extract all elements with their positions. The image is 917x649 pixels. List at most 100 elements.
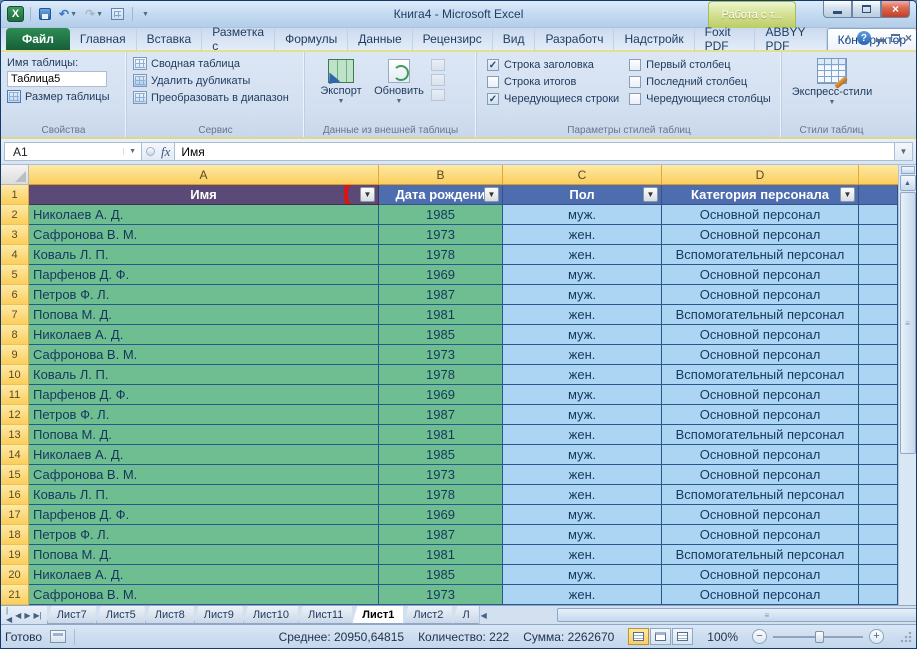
cell-birth-year[interactable]: 1969 — [379, 505, 503, 525]
row-header[interactable]: 20 — [1, 565, 29, 585]
row-header[interactable]: 2 — [1, 205, 29, 225]
sheet-tab[interactable]: Лист1 — [352, 606, 403, 624]
cell-category[interactable]: Вспомогательный персонал — [662, 305, 859, 325]
excel-logo-icon[interactable]: X — [7, 6, 24, 22]
filter-button[interactable]: ▼ — [643, 187, 658, 202]
cell-name[interactable]: Попова М. Д. — [29, 425, 379, 445]
cell-birth-year[interactable]: 1978 — [379, 485, 503, 505]
cell-name[interactable]: Николаев А. Д. — [29, 445, 379, 465]
column-header-a[interactable]: A — [29, 165, 379, 185]
row-header[interactable]: 9 — [1, 345, 29, 365]
cell-name[interactable]: Коваль Л. П. — [29, 485, 379, 505]
tool-button[interactable]: Удалить дубликаты — [131, 72, 300, 89]
zoom-level[interactable]: 100% — [707, 630, 738, 644]
next-sheet-icon[interactable]: ▶ — [24, 611, 30, 620]
cell-gender[interactable]: жен. — [503, 465, 662, 485]
contextual-tab-group-label[interactable]: Работа с т... — [708, 1, 796, 28]
cell-birth-year[interactable]: 1973 — [379, 225, 503, 245]
close-button[interactable]: × — [881, 1, 910, 18]
cell-empty[interactable] — [859, 425, 898, 445]
row-header[interactable]: 12 — [1, 405, 29, 425]
cell-birth-year[interactable]: 1973 — [379, 465, 503, 485]
filter-button[interactable]: ▼ — [840, 187, 855, 202]
cell-birth-year[interactable]: 1978 — [379, 365, 503, 385]
cell-empty[interactable] — [859, 445, 898, 465]
formula-input[interactable]: Имя — [175, 142, 895, 161]
cell-category[interactable]: Основной персонал — [662, 285, 859, 305]
ribbon-tab[interactable]: Рецензирс — [413, 28, 493, 50]
split-handle[interactable] — [901, 166, 915, 174]
cell-category[interactable]: Основной персонал — [662, 565, 859, 585]
row-header[interactable]: 18 — [1, 525, 29, 545]
cell-gender[interactable]: муж. — [503, 445, 662, 465]
cell-empty[interactable] — [859, 385, 898, 405]
row-header[interactable]: 8 — [1, 325, 29, 345]
cell-birth-year[interactable]: 1985 — [379, 205, 503, 225]
vertical-scrollbar[interactable]: ▲ ≡ — [898, 165, 916, 605]
cell-name[interactable]: Петров Ф. Л. — [29, 525, 379, 545]
cell-gender[interactable]: муж. — [503, 265, 662, 285]
cell-category[interactable]: Основной персонал — [662, 465, 859, 485]
cell-name[interactable]: Петров Ф. Л. — [29, 405, 379, 425]
cell-birth-year[interactable]: 1973 — [379, 345, 503, 365]
export-button[interactable]: Экспорт ▼ — [313, 57, 369, 105]
maximize-button[interactable] — [852, 1, 881, 18]
row-header[interactable]: 21 — [1, 585, 29, 605]
last-sheet-icon[interactable]: ▶| — [33, 611, 41, 620]
row-header[interactable]: 4 — [1, 245, 29, 265]
horizontal-scroll-thumb[interactable]: ≡ — [557, 608, 917, 622]
title-bar[interactable]: X ↶ ▼ ↷ ▼ ▼ Книга4 - Microsoft Excel Раб… — [1, 1, 916, 28]
cell-birth-year[interactable]: 1985 — [379, 445, 503, 465]
zoom-out-icon[interactable]: − — [752, 629, 767, 644]
first-sheet-icon[interactable]: |◀ — [6, 606, 12, 624]
cell-name[interactable]: Попова М. Д. — [29, 545, 379, 565]
sheet-tab[interactable]: Лист2 — [403, 606, 452, 624]
style-option-checkbox[interactable]: Последний столбец — [629, 76, 771, 88]
minimize-button[interactable] — [823, 1, 852, 18]
tool-button[interactable]: Сводная таблица — [131, 55, 300, 72]
cell-empty[interactable] — [859, 265, 898, 285]
cell-name[interactable]: Коваль Л. П. — [29, 365, 379, 385]
cell-gender[interactable]: муж. — [503, 405, 662, 425]
style-option-checkbox[interactable]: Чередующиеся столбцы — [629, 93, 771, 105]
cell-gender[interactable]: муж. — [503, 205, 662, 225]
properties-icon[interactable] — [431, 59, 445, 71]
row-header[interactable]: 6 — [1, 285, 29, 305]
cell-gender[interactable]: муж. — [503, 525, 662, 545]
undo-button[interactable]: ↶ ▼ — [57, 7, 79, 21]
row-header[interactable]: 15 — [1, 465, 29, 485]
child-restore-icon[interactable] — [891, 34, 900, 42]
cell-birth-year[interactable]: 1987 — [379, 285, 503, 305]
cell-birth-year[interactable]: 1987 — [379, 525, 503, 545]
cell-gender[interactable]: жен. — [503, 225, 662, 245]
sheet-tab[interactable]: Лист8 — [145, 606, 194, 624]
header-cell-birthdate[interactable]: Дата рождени ▼ — [379, 185, 503, 205]
zoom-in-icon[interactable]: + — [869, 629, 884, 644]
cell-gender[interactable]: муж. — [503, 385, 662, 405]
cell-empty[interactable] — [859, 205, 898, 225]
style-option-checkbox[interactable]: ✓ Чередующиеся строки — [487, 93, 619, 105]
sheet-tab[interactable]: Л — [452, 606, 478, 624]
filter-button[interactable]: ▼ — [484, 187, 499, 202]
ribbon-tab[interactable]: Разработч — [535, 28, 614, 50]
row-header[interactable]: 10 — [1, 365, 29, 385]
cell-birth-year[interactable]: 1981 — [379, 425, 503, 445]
cell-name[interactable]: Коваль Л. П. — [29, 245, 379, 265]
vertical-scroll-thumb[interactable]: ≡ — [900, 192, 916, 454]
cell-gender[interactable]: жен. — [503, 305, 662, 325]
ribbon-tab[interactable]: Данные — [348, 28, 412, 50]
save-button[interactable] — [37, 7, 53, 21]
cell-empty[interactable] — [859, 285, 898, 305]
page-layout-view-button[interactable] — [650, 628, 671, 645]
cell-category[interactable]: Вспомогательный персонал — [662, 245, 859, 265]
style-option-checkbox[interactable]: ✓ Строка заголовка — [487, 59, 619, 71]
ribbon-tab[interactable]: Foxit PDF — [695, 28, 756, 50]
row-header[interactable]: 5 — [1, 265, 29, 285]
cell-name[interactable]: Петров Ф. Л. — [29, 285, 379, 305]
customize-qat-button[interactable]: ▼ — [139, 10, 151, 19]
style-option-checkbox[interactable]: Строка итогов — [487, 76, 619, 88]
style-option-checkbox[interactable]: Первый столбец — [629, 59, 771, 71]
scroll-up-icon[interactable]: ▲ — [900, 175, 916, 191]
zoom-track[interactable] — [773, 636, 863, 638]
row-header[interactable]: 13 — [1, 425, 29, 445]
